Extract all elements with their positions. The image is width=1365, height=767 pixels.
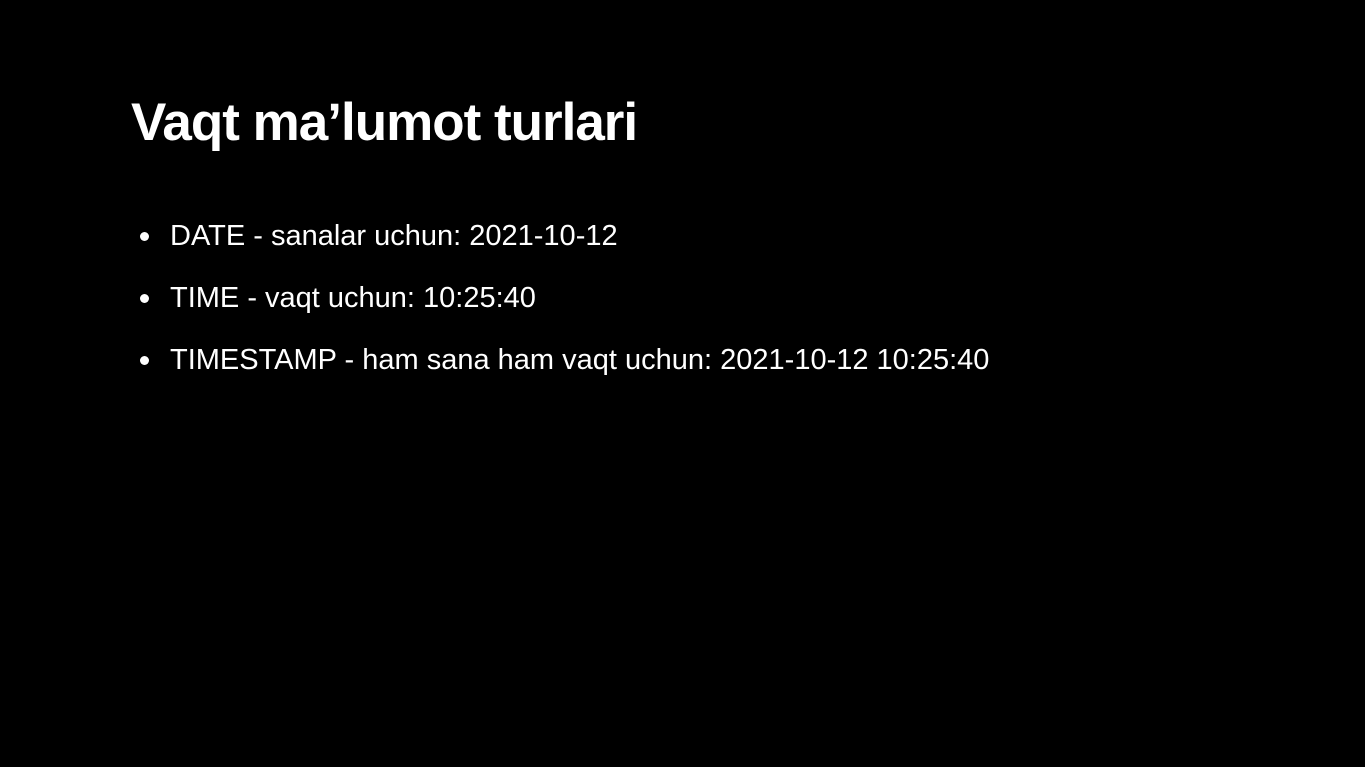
- bullet-dot-icon: [140, 293, 149, 303]
- bullet-text-time: TIME - vaqt uchun: 10:25:40: [170, 282, 536, 314]
- bullet-dot-icon: [140, 231, 149, 241]
- bullet-item-date: DATE - sanalar uchun: 2021-10-12: [140, 205, 989, 267]
- slide-title: Vaqt ma’lumot turlari: [131, 93, 638, 152]
- presentation-slide: Vaqt ma’lumot turlari DATE - sanalar uch…: [0, 0, 1365, 767]
- bullet-item-timestamp: TIMESTAMP - ham sana ham vaqt uchun: 202…: [140, 329, 989, 391]
- bullet-text-date: DATE - sanalar uchun: 2021-10-12: [170, 220, 618, 252]
- bullet-item-time: TIME - vaqt uchun: 10:25:40: [140, 267, 989, 329]
- bullet-text-timestamp: TIMESTAMP - ham sana ham vaqt uchun: 202…: [170, 344, 990, 376]
- bullet-list: DATE - sanalar uchun: 2021-10-12 TIME - …: [140, 205, 989, 391]
- bullet-dot-icon: [140, 355, 149, 365]
